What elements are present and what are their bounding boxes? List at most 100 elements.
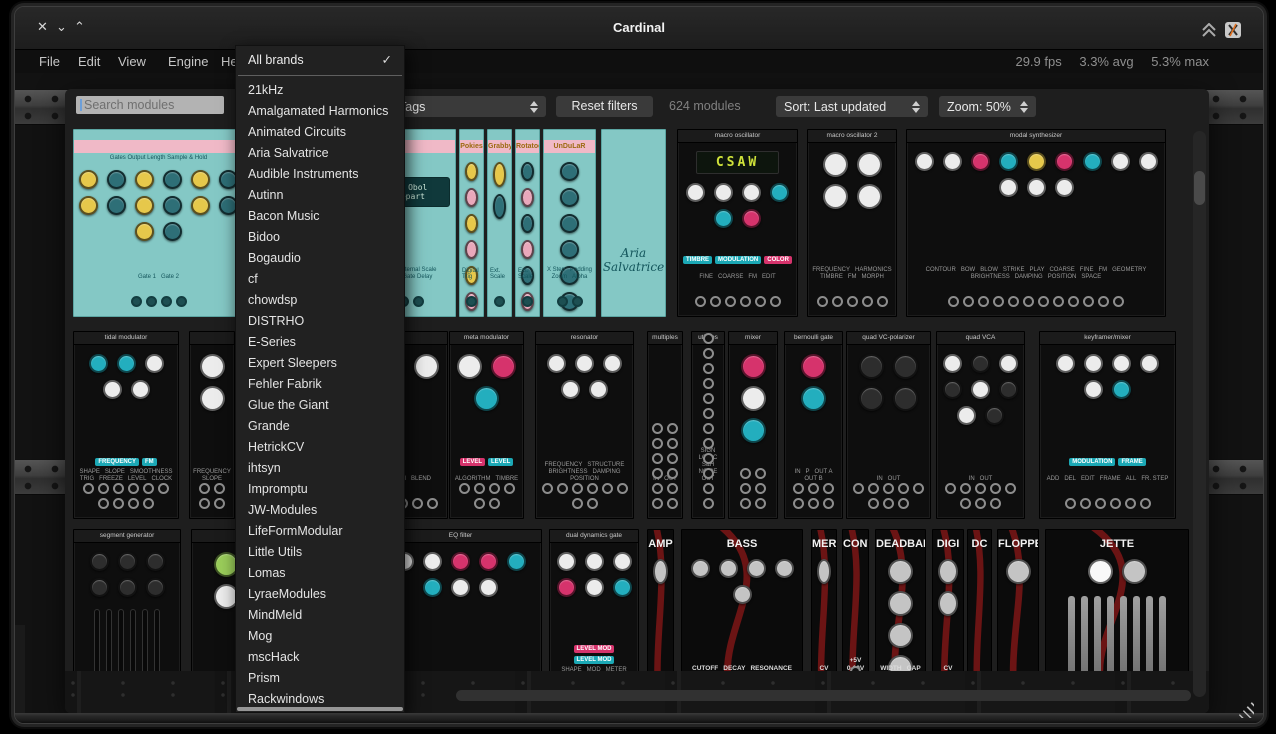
module-script: Aria Salvatrice <box>602 246 665 274</box>
module-card[interactable]: quad VC-polarizerINOUT <box>846 331 931 519</box>
knob <box>1084 380 1103 399</box>
module-knobs <box>450 345 523 411</box>
module-card[interactable]: utilitiesSIGNLOGICS&HNOISEOUT <box>691 331 725 519</box>
brand-menu-item[interactable]: 21kHz <box>236 80 404 101</box>
knob <box>943 152 962 171</box>
module-card[interactable]: tidal modulatorSHAPESLOPESMOOTHNESSTRIGF… <box>73 331 179 519</box>
knob <box>191 196 210 215</box>
jack-port <box>740 483 751 494</box>
brand-menu-item[interactable]: Bidoo <box>236 227 404 248</box>
brand-menu-item[interactable]: Autinn <box>236 185 404 206</box>
brand-menu-item[interactable]: cf <box>236 269 404 290</box>
module-card[interactable]: Gates Output Length Sample & HoldGate 1G… <box>73 129 244 317</box>
brand-menu-item[interactable]: Fehler Fabrik <box>236 374 404 395</box>
module-card[interactable]: GrabbyExt. Scale <box>487 129 512 317</box>
module-card[interactable]: bernoulli gateINPOUT AOUT B <box>784 331 843 519</box>
knob <box>131 380 150 399</box>
module-card[interactable]: mixer <box>728 331 778 519</box>
module-knobs <box>1046 550 1188 584</box>
module-card[interactable]: resonatorFREQUENCYSTRUCTUREBRIGHTNESSDAM… <box>535 331 634 519</box>
module-card[interactable]: Aria Salvatrice <box>601 129 666 317</box>
brand-menu-item[interactable]: Impromptu <box>236 479 404 500</box>
window-bottom-edge <box>15 713 1263 723</box>
jack-port <box>703 348 714 359</box>
jack-port <box>143 498 154 509</box>
module-card[interactable]: UnDuLaRX StepPaddingZoomAlpha <box>543 129 596 317</box>
brand-menu-item[interactable]: Mog <box>236 626 404 647</box>
menu-item-view[interactable]: View <box>118 54 146 69</box>
brand-menu-item[interactable]: Animated Circuits <box>236 122 404 143</box>
jack-port <box>459 483 470 494</box>
horizontal-scrollbar[interactable] <box>456 690 1191 701</box>
module-title: mixer <box>729 332 777 345</box>
slider <box>1068 596 1075 680</box>
brand-menu-item[interactable]: E-Series <box>236 332 404 353</box>
knob <box>79 170 98 189</box>
module-card[interactable]: multiplesINOUT <box>647 331 683 519</box>
vertical-scrollbar-thumb[interactable] <box>1194 171 1205 205</box>
knob <box>1027 152 1046 171</box>
double-chevron-up-icon[interactable] <box>1201 23 1217 42</box>
menu-item-engine[interactable]: Engine <box>168 54 208 69</box>
jack-port <box>823 498 834 509</box>
module-card[interactable]: PokiesDigital Trig <box>459 129 484 317</box>
jack-port <box>489 483 500 494</box>
module-card[interactable]: modal synthesizerCONTOURBOWBLOWSTRIKEPLA… <box>906 129 1166 317</box>
brand-menu-item[interactable]: HetrickCV <box>236 437 404 458</box>
brand-menu-item[interactable]: Expert Sleepers <box>236 353 404 374</box>
brand-menu-selected[interactable]: All brands ✓ <box>236 49 404 71</box>
brand-menu-item[interactable]: MindMeld <box>236 605 404 626</box>
knob <box>493 194 506 219</box>
brand-menu-item[interactable]: Glue the Giant <box>236 395 404 416</box>
menu-item-edit[interactable]: Edit <box>78 54 100 69</box>
brand-menu-item[interactable]: LifeFormModular <box>236 521 404 542</box>
brand-menu-item[interactable]: Amalgamated Harmonics <box>236 101 404 122</box>
brand-menu-item[interactable]: Bogaudio <box>236 248 404 269</box>
module-card[interactable]: macro oscillatorCSAWFINECOARSEFMEDITTIMB… <box>677 129 798 317</box>
jack-port <box>1053 296 1064 307</box>
knob <box>1027 178 1046 197</box>
jack-port <box>993 296 1004 307</box>
knob <box>560 240 579 259</box>
brand-menu-item[interactable]: mscHack <box>236 647 404 668</box>
knob <box>859 354 884 379</box>
module-title: JETTE <box>1046 538 1188 550</box>
vertical-scrollbar[interactable] <box>1193 131 1206 697</box>
menu-item-file[interactable]: File <box>39 54 60 69</box>
plugin-logo-icon[interactable] <box>1225 22 1241 38</box>
menu-scrollbar[interactable] <box>237 707 403 711</box>
module-card[interactable]: FREQUENCYSLOPE <box>189 331 235 519</box>
knob <box>999 354 1018 373</box>
jack-port <box>975 483 986 494</box>
slider <box>1146 596 1153 680</box>
brand-menu-item[interactable]: LyraeModules <box>236 584 404 605</box>
module-knobs <box>907 143 1165 197</box>
module-card[interactable]: meta modulatorALGORITHMTIMBRELEVELLEVEL <box>449 331 524 519</box>
knob <box>893 386 918 411</box>
knob <box>1111 152 1130 171</box>
jack-port <box>542 483 553 494</box>
brand-menu-item[interactable]: Grande <box>236 416 404 437</box>
brand-menu-item[interactable]: Bacon Music <box>236 206 404 227</box>
brand-menu-item[interactable]: JW-Modules <box>236 500 404 521</box>
module-card[interactable]: quad VCAINOUT <box>936 331 1025 519</box>
module-card[interactable]: keyframer/mixerADDDELEDITFRAMEALLFR. STE… <box>1039 331 1176 519</box>
module-card[interactable]: macro oscillator 2FREQUENCYHARMONICSTIMB… <box>807 129 897 317</box>
module-jacks <box>1044 498 1171 509</box>
brand-menu-item[interactable]: ihtsyn <box>236 458 404 479</box>
brand-menu-item[interactable]: DISTRHO <box>236 311 404 332</box>
knob <box>521 188 534 207</box>
jack-port <box>963 296 974 307</box>
brand-menu-item[interactable]: Little Utils <box>236 542 404 563</box>
module-card[interactable]: RotatoesExt. Scale <box>515 129 540 317</box>
module-jacks <box>454 483 519 509</box>
brand-menu-item[interactable]: Prism <box>236 668 404 689</box>
jack-port <box>522 296 533 307</box>
module-title: multiples <box>648 332 682 345</box>
knob <box>423 552 442 571</box>
brand-menu-item[interactable]: Lomas <box>236 563 404 584</box>
module-knobs <box>678 174 797 228</box>
brand-menu-item[interactable]: chowdsp <box>236 290 404 311</box>
brand-menu-item[interactable]: Audible Instruments <box>236 164 404 185</box>
brand-menu-item[interactable]: Aria Salvatrice <box>236 143 404 164</box>
